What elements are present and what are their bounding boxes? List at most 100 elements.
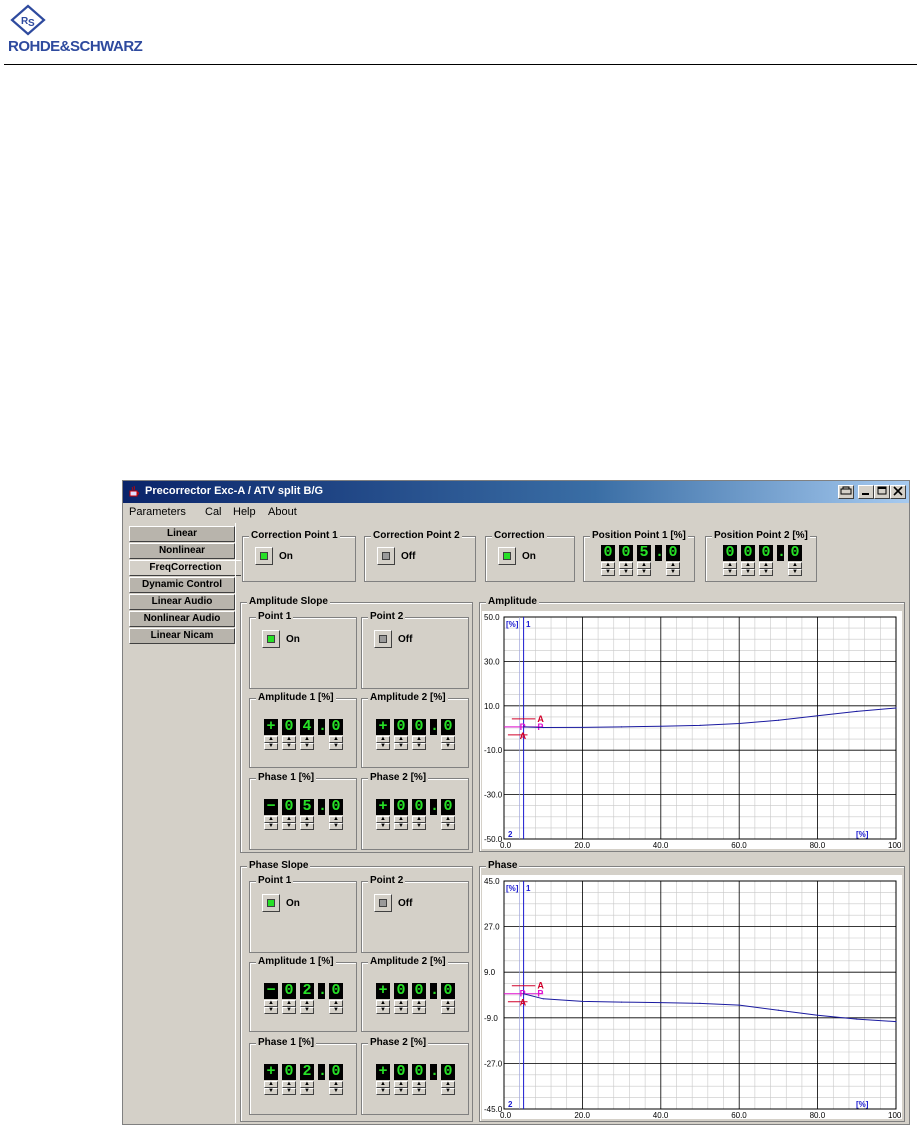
arrow-down-icon[interactable]: ▼ bbox=[329, 823, 343, 830]
arrow-down-icon[interactable]: ▼ bbox=[329, 1007, 343, 1014]
toggle-button[interactable] bbox=[374, 630, 392, 648]
arrow-down-icon[interactable]: ▼ bbox=[759, 569, 773, 576]
arrow-up-icon[interactable]: ▲ bbox=[264, 736, 278, 743]
arrow-up-icon[interactable]: ▲ bbox=[441, 816, 455, 823]
arrow-down-icon[interactable]: ▼ bbox=[394, 823, 408, 830]
tab-dynamic-control[interactable]: Dynamic Control bbox=[129, 577, 235, 593]
correction-point-2-toggle[interactable]: Off bbox=[377, 547, 415, 565]
phase-point-2-toggle[interactable]: Off bbox=[374, 894, 412, 912]
arrow-up-icon[interactable]: ▲ bbox=[264, 1081, 278, 1088]
arrow-up-icon[interactable]: ▲ bbox=[441, 1081, 455, 1088]
arrow-up-icon[interactable]: ▲ bbox=[788, 562, 802, 569]
arrow-down-icon[interactable]: ▼ bbox=[329, 1088, 343, 1095]
maximize-button[interactable] bbox=[874, 485, 890, 499]
arrow-down-icon[interactable]: ▼ bbox=[788, 569, 802, 576]
arrow-up-icon[interactable]: ▲ bbox=[394, 816, 408, 823]
arrow-up-icon[interactable]: ▲ bbox=[376, 1081, 390, 1088]
toggle-button[interactable] bbox=[498, 547, 516, 565]
arrow-down-icon[interactable]: ▼ bbox=[264, 1007, 278, 1014]
tab-linear[interactable]: Linear bbox=[129, 526, 235, 542]
tab-nonlinear-audio[interactable]: Nonlinear Audio bbox=[129, 611, 235, 627]
arrow-up-icon[interactable]: ▲ bbox=[282, 1081, 296, 1088]
menu-help[interactable]: Help bbox=[233, 506, 256, 518]
arrow-down-icon[interactable]: ▼ bbox=[441, 1007, 455, 1014]
tab-nonlinear[interactable]: Nonlinear bbox=[129, 543, 235, 559]
arrow-up-icon[interactable]: ▲ bbox=[329, 816, 343, 823]
tab-freqcorrection[interactable]: FreqCorrection bbox=[129, 560, 241, 576]
correction-point-1-toggle[interactable]: On bbox=[255, 547, 293, 565]
arrow-up-icon[interactable]: ▲ bbox=[300, 1081, 314, 1088]
arrow-down-icon[interactable]: ▼ bbox=[741, 569, 755, 576]
arrow-down-icon[interactable]: ▼ bbox=[723, 569, 737, 576]
arrow-down-icon[interactable]: ▼ bbox=[441, 823, 455, 830]
arrow-up-icon[interactable]: ▲ bbox=[412, 1000, 426, 1007]
phase-point-1-toggle[interactable]: On bbox=[262, 894, 300, 912]
correction-toggle[interactable]: On bbox=[498, 547, 536, 565]
arrow-down-icon[interactable]: ▼ bbox=[412, 743, 426, 750]
menu-cal[interactable]: Cal bbox=[205, 506, 222, 518]
arrow-up-icon[interactable]: ▲ bbox=[329, 1000, 343, 1007]
arrow-up-icon[interactable]: ▲ bbox=[282, 816, 296, 823]
arrow-up-icon[interactable]: ▲ bbox=[666, 562, 680, 569]
arrow-up-icon[interactable]: ▲ bbox=[300, 816, 314, 823]
arrow-down-icon[interactable]: ▼ bbox=[666, 569, 680, 576]
menu-parameters[interactable]: Parameters bbox=[129, 506, 186, 518]
arrow-up-icon[interactable]: ▲ bbox=[329, 736, 343, 743]
arrow-up-icon[interactable]: ▲ bbox=[329, 1081, 343, 1088]
tab-linear-audio[interactable]: Linear Audio bbox=[129, 594, 235, 610]
arrow-up-icon[interactable]: ▲ bbox=[741, 562, 755, 569]
arrow-down-icon[interactable]: ▼ bbox=[412, 1088, 426, 1095]
arrow-down-icon[interactable]: ▼ bbox=[282, 823, 296, 830]
arrow-down-icon[interactable]: ▼ bbox=[264, 743, 278, 750]
arrow-up-icon[interactable]: ▲ bbox=[637, 562, 651, 569]
print-button[interactable] bbox=[838, 485, 854, 499]
menu-about[interactable]: About bbox=[268, 506, 297, 518]
arrow-down-icon[interactable]: ▼ bbox=[376, 1088, 390, 1095]
arrow-up-icon[interactable]: ▲ bbox=[264, 1000, 278, 1007]
arrow-up-icon[interactable]: ▲ bbox=[394, 1081, 408, 1088]
amp-point-1-toggle[interactable]: On bbox=[262, 630, 300, 648]
title-bar[interactable]: Precorrector Exc-A / ATV split B/G bbox=[123, 481, 909, 503]
arrow-up-icon[interactable]: ▲ bbox=[412, 1081, 426, 1088]
arrow-down-icon[interactable]: ▼ bbox=[394, 1007, 408, 1014]
arrow-up-icon[interactable]: ▲ bbox=[394, 736, 408, 743]
arrow-down-icon[interactable]: ▼ bbox=[282, 743, 296, 750]
arrow-up-icon[interactable]: ▲ bbox=[723, 562, 737, 569]
arrow-down-icon[interactable]: ▼ bbox=[300, 823, 314, 830]
arrow-down-icon[interactable]: ▼ bbox=[300, 1088, 314, 1095]
arrow-up-icon[interactable]: ▲ bbox=[376, 816, 390, 823]
arrow-down-icon[interactable]: ▼ bbox=[601, 569, 615, 576]
arrow-up-icon[interactable]: ▲ bbox=[601, 562, 615, 569]
arrow-down-icon[interactable]: ▼ bbox=[329, 743, 343, 750]
arrow-down-icon[interactable]: ▼ bbox=[637, 569, 651, 576]
arrow-down-icon[interactable]: ▼ bbox=[619, 569, 633, 576]
arrow-up-icon[interactable]: ▲ bbox=[300, 1000, 314, 1007]
arrow-up-icon[interactable]: ▲ bbox=[759, 562, 773, 569]
arrow-down-icon[interactable]: ▼ bbox=[376, 743, 390, 750]
arrow-down-icon[interactable]: ▼ bbox=[441, 743, 455, 750]
arrow-up-icon[interactable]: ▲ bbox=[441, 1000, 455, 1007]
arrow-down-icon[interactable]: ▼ bbox=[282, 1007, 296, 1014]
arrow-up-icon[interactable]: ▲ bbox=[264, 816, 278, 823]
arrow-up-icon[interactable]: ▲ bbox=[394, 1000, 408, 1007]
arrow-up-icon[interactable]: ▲ bbox=[300, 736, 314, 743]
arrow-down-icon[interactable]: ▼ bbox=[394, 1088, 408, 1095]
toggle-button[interactable] bbox=[255, 547, 273, 565]
arrow-down-icon[interactable]: ▼ bbox=[376, 1007, 390, 1014]
minimize-button[interactable] bbox=[858, 485, 874, 499]
close-button[interactable] bbox=[890, 485, 906, 499]
arrow-down-icon[interactable]: ▼ bbox=[376, 823, 390, 830]
arrow-up-icon[interactable]: ▲ bbox=[376, 1000, 390, 1007]
arrow-down-icon[interactable]: ▼ bbox=[394, 743, 408, 750]
arrow-down-icon[interactable]: ▼ bbox=[441, 1088, 455, 1095]
arrow-up-icon[interactable]: ▲ bbox=[441, 736, 455, 743]
arrow-up-icon[interactable]: ▲ bbox=[282, 736, 296, 743]
arrow-down-icon[interactable]: ▼ bbox=[264, 823, 278, 830]
arrow-up-icon[interactable]: ▲ bbox=[376, 736, 390, 743]
arrow-up-icon[interactable]: ▲ bbox=[412, 816, 426, 823]
arrow-up-icon[interactable]: ▲ bbox=[619, 562, 633, 569]
amp-point-2-toggle[interactable]: Off bbox=[374, 630, 412, 648]
toggle-button[interactable] bbox=[377, 547, 395, 565]
toggle-button[interactable] bbox=[374, 894, 392, 912]
arrow-down-icon[interactable]: ▼ bbox=[300, 743, 314, 750]
